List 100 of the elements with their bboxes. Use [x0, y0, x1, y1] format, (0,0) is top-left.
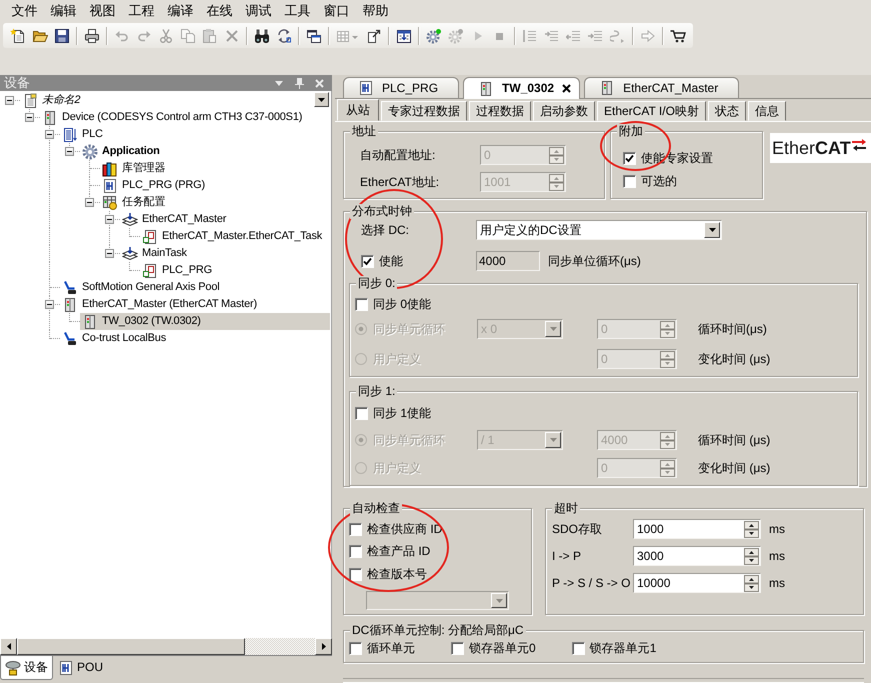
checkbox[interactable]	[623, 174, 636, 188]
minus-box-icon[interactable]	[5, 96, 14, 105]
minus-box-icon[interactable]	[65, 147, 74, 156]
page-tab[interactable]: 过程数据	[469, 101, 531, 121]
menu-item[interactable]: 视图	[83, 1, 122, 21]
scroll-right-button[interactable]	[315, 638, 332, 655]
checkbox[interactable]	[349, 568, 362, 580]
binoculars-icon[interactable]	[254, 28, 270, 44]
tree-item[interactable]: PLC	[60, 126, 106, 143]
checkbox-label[interactable]: 检查产品 ID	[367, 544, 430, 559]
menu-item[interactable]: 调试	[239, 1, 278, 21]
gear-icon[interactable]	[426, 28, 442, 44]
checkbox-label[interactable]: 可选的	[641, 174, 677, 188]
spinner-icon[interactable]	[744, 574, 759, 592]
cart-icon[interactable]	[670, 28, 686, 44]
device-icon	[42, 110, 58, 126]
checkbox[interactable]	[361, 254, 374, 268]
tree-item[interactable]: SoftMotion General Axis Pool	[60, 279, 222, 296]
spinner-icon[interactable]	[744, 548, 759, 564]
page-tab[interactable]: 信息	[748, 101, 786, 121]
tree-item[interactable]: Co-trust LocalBus	[60, 330, 170, 347]
check-icon	[625, 154, 634, 162]
tree-item[interactable]: Device (CODESYS Control arm CTH3 C37-000S1)	[40, 109, 306, 126]
minus-box-icon[interactable]	[25, 113, 34, 122]
tree-item[interactable]: TW_0302 (TW.0302)	[80, 313, 330, 330]
checkbox[interactable]	[349, 545, 362, 558]
number-field[interactable]: 3000	[633, 546, 761, 566]
menu-item[interactable]: 文件	[5, 1, 44, 21]
dropdown-field[interactable]: 用户定义的DC设置	[476, 220, 722, 240]
checkbox[interactable]	[355, 406, 368, 420]
menu-item[interactable]: 编译	[161, 1, 200, 21]
spinner-icon[interactable]	[744, 520, 759, 538]
tree-item[interactable]: Application	[80, 143, 163, 160]
menu-item[interactable]: 工程	[122, 1, 161, 21]
checkbox-label[interactable]: 锁存器单元0	[469, 640, 536, 656]
printer-icon[interactable]	[84, 28, 100, 44]
page-tab[interactable]: 启动参数	[533, 101, 595, 121]
editor-tab[interactable]: PLC_PRG	[343, 77, 460, 98]
page-tab[interactable]: EtherCAT I/O映射	[597, 101, 706, 121]
scrollbar-thumb[interactable]	[17, 638, 245, 655]
checkbox[interactable]	[572, 642, 585, 654]
minus-box-icon[interactable]	[45, 300, 54, 309]
minus-box-icon[interactable]	[45, 130, 54, 139]
panel-tab[interactable]: 设备	[0, 656, 53, 680]
menu-item[interactable]: 编辑	[44, 1, 83, 21]
tree-item[interactable]: 库管理器	[100, 160, 168, 177]
panel-tab[interactable]: POU	[53, 656, 108, 680]
tree-item[interactable]: MainTask	[120, 245, 190, 262]
page-tab[interactable]: 专家过程数据	[381, 101, 467, 121]
windows-icon[interactable]	[306, 28, 322, 44]
field-label: P -> S / S -> O	[552, 576, 632, 590]
tree-item[interactable]: EtherCAT_Master (EtherCAT Master)	[60, 296, 260, 313]
calendar-icon[interactable]	[396, 28, 412, 44]
checkbox[interactable]	[451, 642, 464, 654]
caret-icon	[318, 98, 325, 102]
menu-item[interactable]: 帮助	[356, 1, 395, 21]
dropdown-button[interactable]	[545, 432, 561, 448]
document-arrow-icon[interactable]	[366, 28, 382, 44]
checkbox[interactable]	[349, 522, 362, 536]
minus-box-icon[interactable]	[85, 198, 94, 207]
checkbox-label[interactable]: 锁存器单元1	[590, 640, 656, 656]
minus-box-icon[interactable]	[105, 215, 114, 224]
menu-item[interactable]: 在线	[200, 1, 239, 21]
number-field[interactable]: 10000	[633, 573, 761, 593]
tree-item[interactable]: EtherCAT_Master	[120, 211, 230, 228]
dropdown-button[interactable]	[314, 92, 329, 107]
dropdown-arrow-icon[interactable]	[275, 80, 283, 86]
menu-item[interactable]: 窗口	[317, 1, 356, 21]
minus-box-icon[interactable]	[105, 249, 114, 258]
checkbox-label[interactable]: 同步 1使能	[373, 406, 432, 420]
unit-label: ms	[769, 548, 785, 564]
page-tab[interactable]: 从站	[337, 99, 379, 121]
page-tab[interactable]: 状态	[708, 101, 746, 121]
checkbox[interactable]	[349, 642, 362, 654]
checkbox-label[interactable]: 循环单元	[367, 640, 415, 656]
new-file-icon[interactable]	[10, 28, 26, 44]
checkbox-label[interactable]: 使能	[379, 254, 403, 268]
editor-tab[interactable]: EtherCAT_Master	[584, 77, 740, 98]
menu-item[interactable]: 工具	[278, 1, 317, 21]
check-icon	[363, 256, 372, 266]
scroll-left-button[interactable]	[0, 638, 17, 655]
number-field[interactable]: 4000	[476, 251, 540, 271]
close-icon[interactable]	[562, 84, 572, 93]
checkbox-label[interactable]: 检查版本号	[367, 566, 427, 582]
unit-label: 变化时间 (μs)	[698, 460, 770, 476]
dropdown-button[interactable]	[704, 222, 720, 238]
checkbox-label[interactable]: 同步 0使能	[373, 296, 432, 312]
pin-icon[interactable]	[295, 78, 304, 88]
tree-item[interactable]: PLC_PRG (PRG)	[100, 177, 208, 194]
arrows-cycle-icon[interactable]	[276, 28, 292, 44]
checkbox[interactable]	[355, 298, 368, 310]
tree-item[interactable]: 未命名2	[20, 92, 84, 109]
tree-item[interactable]: PLC_PRG	[140, 262, 215, 279]
dropdown-button[interactable]	[545, 321, 561, 337]
editor-tab[interactable]: TW_0302	[463, 77, 580, 99]
number-field[interactable]: 1000	[633, 519, 761, 539]
tree-item[interactable]: 任务配置	[100, 194, 168, 211]
tree-item[interactable]: EtherCAT_Master.EtherCAT_Task	[140, 228, 326, 245]
checkbox[interactable]	[623, 152, 636, 164]
layers-icon	[122, 246, 138, 262]
